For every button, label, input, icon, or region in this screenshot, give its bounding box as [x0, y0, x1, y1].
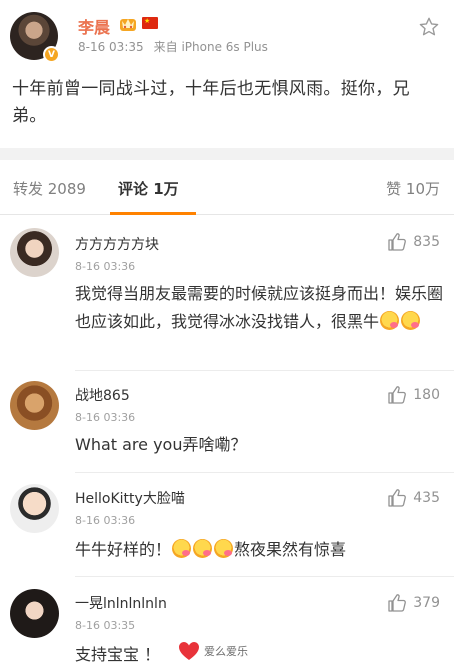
thumbs-up-icon — [388, 489, 407, 507]
commenter-name[interactable]: 战地865 — [75, 385, 130, 405]
post-time: 8-16 03:35 — [78, 40, 144, 54]
tab-likes[interactable]: 赞 10万 — [386, 178, 440, 199]
author-name[interactable]: 李晨 — [78, 14, 110, 38]
commenter-avatar[interactable] — [10, 484, 59, 533]
comment-tabs: 转发 2089 评论 1万 赞 10万 — [0, 160, 454, 215]
like-button[interactable]: 435 — [387, 488, 440, 508]
china-flag-icon: ★ — [142, 17, 158, 29]
comment-item: HelloKitty大脸喵 8-16 03:36 牛牛好样的！ 熬夜果然有惊喜 4… — [0, 474, 454, 577]
tab-repost[interactable]: 转发 2089 — [13, 178, 86, 199]
like-count: 435 — [413, 490, 440, 506]
comment-text: What are you弄啥嘞？ — [75, 435, 247, 454]
tab-comments[interactable]: 评论 1万 — [118, 178, 179, 199]
watermark: 爱么爱乐 — [178, 641, 248, 661]
weibo-post: V 李晨 ★ 8-16 03:35 来自 iPhone 6s Plus 十年前曾一… — [0, 0, 454, 148]
commenter-name[interactable]: 一晃lnlnlnlnln — [75, 593, 167, 613]
like-button[interactable]: 379 — [387, 593, 440, 613]
verified-badge-icon: V — [43, 46, 60, 63]
comment-time: 8-16 03:36 — [75, 411, 136, 424]
star-icon[interactable] — [418, 16, 440, 38]
commenter-avatar[interactable] — [10, 589, 59, 638]
like-button[interactable]: 180 — [387, 385, 440, 405]
like-count: 379 — [413, 595, 440, 611]
comment-item: 方方方方方块 8-16 03:36 我觉得当朋友最需要的时候就应该挺身而出！娱乐… — [0, 216, 454, 371]
crown-icon — [120, 19, 136, 31]
section-gap — [0, 148, 454, 160]
commenter-avatar[interactable] — [10, 228, 59, 277]
comment-time: 8-16 03:36 — [75, 514, 136, 527]
comment-text: 支持宝宝 ！ — [75, 645, 161, 664]
thumbs-up-icon — [388, 386, 407, 404]
comment-time: 8-16 03:35 — [75, 619, 136, 632]
thumbs-up-icon — [388, 233, 407, 251]
post-meta: 8-16 03:35 来自 iPhone 6s Plus — [78, 38, 268, 55]
comment-text: 我觉得当朋友最需要的时候就应该挺身而出！娱乐圈也应该如此，我觉得冰冰没找错人，很… — [75, 280, 445, 336]
active-tab-indicator — [110, 212, 196, 215]
comment-text-end: 熬夜果然有惊喜 — [234, 540, 347, 559]
shy-face-emoji-icon — [401, 311, 421, 330]
post-source: 来自 iPhone 6s Plus — [153, 40, 268, 54]
like-count: 180 — [413, 387, 440, 403]
comment-text: 牛牛好样的！ 熬夜果然有惊喜 — [75, 536, 445, 564]
shy-face-emoji-icon — [380, 311, 400, 330]
commenter-name[interactable]: HelloKitty大脸喵 — [75, 488, 185, 508]
comment-divider — [75, 472, 454, 473]
comment-text-start: 牛牛好样的！ — [75, 540, 172, 559]
shy-face-emoji-icon — [214, 539, 234, 558]
like-button[interactable]: 835 — [387, 232, 440, 252]
watermark-text: 爱么爱乐 — [204, 645, 248, 658]
heart-logo-icon — [179, 642, 199, 660]
thumbs-up-icon — [388, 594, 407, 612]
like-count: 835 — [413, 234, 440, 250]
shy-face-emoji-icon — [172, 539, 192, 558]
commenter-name[interactable]: 方方方方方块 — [75, 234, 159, 254]
commenter-avatar[interactable] — [10, 381, 59, 430]
post-content: 十年前曾一同战斗过，十年后也无惧风雨。挺你，兄弟。 — [12, 79, 410, 126]
comment-item: 战地865 8-16 03:36 What are you弄啥嘞？ 180 — [0, 371, 454, 473]
shy-face-emoji-icon — [193, 539, 213, 558]
comment-time: 8-16 03:36 — [75, 260, 136, 273]
